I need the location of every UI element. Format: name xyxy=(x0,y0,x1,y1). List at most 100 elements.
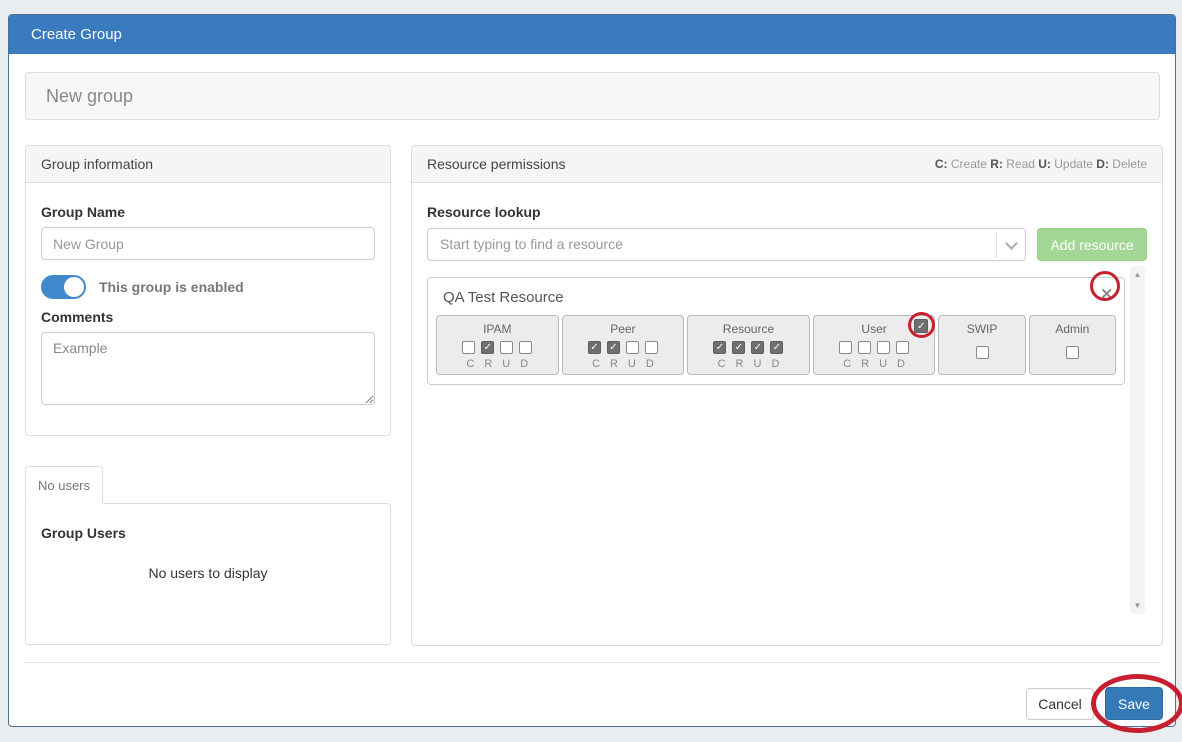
checkbox-row: ✓ xyxy=(437,341,558,354)
checkbox-resource-c[interactable]: ✓ xyxy=(713,341,726,354)
create-group-modal: Create Group New group Group information… xyxy=(8,14,1176,727)
checkbox-ipam-u[interactable] xyxy=(500,341,513,354)
crud-letter: R xyxy=(610,358,618,370)
legend-word: Read xyxy=(1003,157,1038,171)
group-name-label: Group Name xyxy=(41,204,375,220)
checkbox-ipam-c[interactable] xyxy=(462,341,475,354)
toggle-knob xyxy=(64,277,84,297)
checkbox-resource-u[interactable]: ✓ xyxy=(751,341,764,354)
checkbox-row: ✓ ✓ ✓ ✓ xyxy=(688,341,809,354)
crud-letters: CRUD xyxy=(563,358,684,370)
crud-letter: R xyxy=(736,358,744,370)
legend-word: Delete xyxy=(1109,157,1147,171)
checkbox-row xyxy=(1030,346,1115,359)
crud-letter: D xyxy=(771,358,779,370)
group-name-input[interactable] xyxy=(41,227,375,260)
permission-group-label: Resource xyxy=(688,322,809,336)
cancel-button[interactable]: Cancel xyxy=(1026,688,1094,720)
checkbox-row: ✓✓ xyxy=(563,341,684,354)
group-information-panel: Group information Group Name This group … xyxy=(25,145,391,436)
resource-lookup-row: Start typing to find a resource Add reso… xyxy=(427,228,1147,261)
checkbox-resource-r[interactable]: ✓ xyxy=(732,341,745,354)
group-information-body: Group Name This group is enabled Comment… xyxy=(26,183,390,425)
permission-group-swip: SWIP xyxy=(938,315,1025,375)
vertical-scrollbar[interactable]: ▲ ▼ xyxy=(1130,266,1145,614)
permission-group-peer: Peer✓✓CRUD xyxy=(562,315,685,375)
permission-groups-row: IPAM✓CRUDPeer✓✓CRUDResource✓✓✓✓CRUDUser✓… xyxy=(436,315,1116,375)
crud-letter: C xyxy=(843,358,851,370)
group-enabled-row: This group is enabled xyxy=(41,275,375,299)
resource-list-scroll-area: QA Test Resource ✕ IPAM✓CRUDPeer✓✓CRUDRe… xyxy=(427,266,1148,614)
crud-letter: U xyxy=(628,358,636,370)
checkbox-ipam-d[interactable] xyxy=(519,341,532,354)
permission-group-label: IPAM xyxy=(437,322,558,336)
crud-letter: U xyxy=(753,358,761,370)
checkbox-user-r[interactable] xyxy=(858,341,871,354)
resource-lookup-label: Resource lookup xyxy=(427,204,1147,220)
crud-letters: CRUD xyxy=(437,358,558,370)
checkbox-resource-d[interactable]: ✓ xyxy=(770,341,783,354)
legend-key: R: xyxy=(990,157,1003,171)
resource-permissions-body: Resource lookup Start typing to find a r… xyxy=(412,183,1162,276)
save-button[interactable]: Save xyxy=(1105,687,1163,720)
checkbox-row xyxy=(939,346,1024,359)
checkbox-peer-d[interactable] xyxy=(645,341,658,354)
checkbox-peer-c[interactable]: ✓ xyxy=(588,341,601,354)
crud-letters: CRUD xyxy=(688,358,809,370)
checkbox-peer-u[interactable] xyxy=(626,341,639,354)
group-information-title: Group information xyxy=(41,146,153,182)
crud-letters: CRUD xyxy=(814,358,935,370)
check-all-icon[interactable]: ✓ xyxy=(914,319,928,333)
checkbox-peer-r[interactable]: ✓ xyxy=(607,341,620,354)
permission-group-user: User✓CRUD xyxy=(813,315,936,375)
permission-group-label: Peer xyxy=(563,322,684,336)
crud-letter: U xyxy=(502,358,510,370)
remove-resource-icon[interactable]: ✕ xyxy=(1100,287,1113,303)
permission-group-label: Admin xyxy=(1030,322,1115,336)
checkbox-ipam-r[interactable]: ✓ xyxy=(481,341,494,354)
lookup-dropdown-button[interactable] xyxy=(996,232,1025,258)
modal-title: Create Group xyxy=(9,15,1175,54)
group-users-title: Group Users xyxy=(41,525,375,541)
footer-divider xyxy=(25,662,1159,663)
crud-letter: U xyxy=(879,358,887,370)
resource-permissions-header: Resource permissions C: Create R: Read U… xyxy=(412,146,1162,183)
comments-textarea[interactable]: Example xyxy=(41,332,375,405)
group-users-panel: Group Users No users to display xyxy=(25,503,391,645)
resource-card: QA Test Resource ✕ IPAM✓CRUDPeer✓✓CRUDRe… xyxy=(427,277,1125,385)
scroll-down-icon[interactable]: ▼ xyxy=(1130,601,1145,610)
checkbox-swip[interactable] xyxy=(976,346,989,359)
checkbox-user-d[interactable] xyxy=(896,341,909,354)
checkbox-user-c[interactable] xyxy=(839,341,852,354)
legend-word: Create xyxy=(948,157,991,171)
group-users-body: Group Users No users to display xyxy=(26,504,390,596)
crud-letter: D xyxy=(897,358,905,370)
group-enabled-toggle[interactable] xyxy=(41,275,86,299)
add-resource-button[interactable]: Add resource xyxy=(1037,228,1147,261)
tab-no-users[interactable]: No users xyxy=(25,466,103,504)
group-information-header: Group information xyxy=(26,146,390,183)
legend-key: C: xyxy=(935,157,948,171)
permission-group-resource: Resource ✓ ✓ ✓ ✓ CRUD xyxy=(687,315,810,375)
checkbox-user-u[interactable] xyxy=(877,341,890,354)
checkbox-admin[interactable] xyxy=(1066,346,1079,359)
resource-name: QA Test Resource xyxy=(428,278,1124,306)
resource-lookup-input[interactable]: Start typing to find a resource xyxy=(427,228,1026,261)
permission-group-admin: Admin xyxy=(1029,315,1116,375)
checkbox-row xyxy=(814,341,935,354)
legend-key: D: xyxy=(1096,157,1109,171)
crud-letter: C xyxy=(718,358,726,370)
resource-lookup-placeholder: Start typing to find a resource xyxy=(428,229,1025,260)
crud-letter: D xyxy=(520,358,528,370)
permission-group-ipam: IPAM ✓ CRUD xyxy=(436,315,559,375)
crud-letter: D xyxy=(646,358,654,370)
no-users-message: No users to display xyxy=(41,565,375,581)
scroll-up-icon[interactable]: ▲ xyxy=(1130,270,1145,279)
crud-legend: C: Create R: Read U: Update D: Delete xyxy=(935,146,1147,182)
legend-word: Update xyxy=(1051,157,1096,171)
crud-letter: R xyxy=(484,358,492,370)
chevron-down-icon xyxy=(1005,237,1018,250)
group-title-banner: New group xyxy=(25,72,1160,120)
permission-group-label: SWIP xyxy=(939,322,1024,336)
legend-key: U: xyxy=(1038,157,1051,171)
